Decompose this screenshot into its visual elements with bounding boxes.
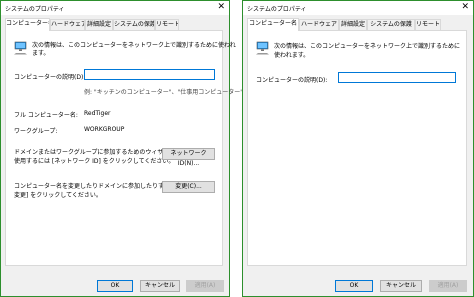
change-text-line1: コンピューター名を変更したりドメインに参加したりするには [ (14, 183, 187, 190)
intro-text-line1: 次の情報は、このコンピューターをネットワーク上で識別するために使われ (32, 42, 236, 49)
tab-strip: コンピューター名 ハードウェア 詳細設定 システムの保護 リモート (247, 18, 469, 31)
description-label: コンピューターの説明(D): (14, 74, 86, 81)
full-name-value: RedTiger (84, 110, 111, 117)
computer-icon (256, 41, 269, 55)
description-label: コンピューターの説明(D): (256, 77, 328, 84)
tab-remote[interactable]: リモート (155, 19, 179, 30)
apply-button[interactable]: 適用(A) (429, 280, 467, 292)
computer-name-panel: 次の情報は、このコンピューターをネットワーク上で識別するために 使われます。 コ… (247, 30, 467, 266)
workgroup-label: ワークグループ: (14, 128, 58, 135)
tab-remote[interactable]: リモート (415, 19, 441, 30)
tab-advanced[interactable]: 詳細設定 (85, 19, 113, 30)
tab-computer-name[interactable]: コンピューター名 (247, 18, 299, 31)
change-text-line2: 変更] をクリックしてください。 (14, 192, 102, 199)
window-title: システムのプロパティ (5, 6, 65, 13)
tab-advanced[interactable]: 詳細設定 (339, 19, 367, 30)
network-id-button[interactable]: ネットワーク ID(N)... (162, 148, 215, 167)
cancel-button[interactable]: キャンセル (140, 280, 180, 292)
workgroup-value: WORKGROUP (84, 126, 125, 133)
tab-hardware[interactable]: ハードウェア (299, 19, 339, 30)
title-bar: システムのプロパティ ✕ (1, 1, 229, 15)
description-example: 例: "キッチンのコンピューター"、"仕事用コンピューター" (84, 89, 243, 96)
computer-name-panel: 次の情報は、このコンピューターをネットワーク上で識別するために使われ ます。 コ… (5, 30, 243, 266)
window-title: システムのプロパティ (247, 6, 307, 13)
close-icon[interactable]: ✕ (461, 2, 469, 13)
tab-system-protection[interactable]: システムの保護 (113, 19, 155, 30)
intro-text-line2: 使われます。 (274, 52, 310, 59)
ok-button[interactable]: OK (97, 280, 133, 292)
title-bar: システムのプロパティ ✕ (243, 1, 473, 15)
intro-text-line1: 次の情報は、このコンピューターをネットワーク上で識別するために (274, 43, 461, 50)
network-id-text-line1: ドメインまたはワークグループに参加するためのウィザードを (14, 149, 182, 156)
tab-strip: コンピューター名 ハードウェア 詳細設定 システムの保護 リモート (5, 18, 225, 31)
computer-icon (14, 41, 27, 55)
apply-button[interactable]: 適用(A) (186, 280, 224, 292)
tab-system-protection[interactable]: システムの保護 (367, 19, 415, 30)
full-name-label: フル コンピューター名: (14, 112, 78, 119)
close-icon[interactable]: ✕ (217, 2, 225, 13)
tab-computer-name[interactable]: コンピューター名 (5, 18, 50, 31)
tab-hardware[interactable]: ハードウェア (50, 19, 85, 30)
system-properties-window-left: システムのプロパティ ✕ コンピューター名 ハードウェア 詳細設定 システムの保… (0, 0, 243, 297)
network-id-text-line2: 使用するには [ネットワーク ID] をクリックしてください。 (14, 158, 175, 165)
intro-text-line2: ます。 (32, 50, 50, 57)
system-properties-window-right: システムのプロパティ ✕ コンピューター名 ハードウェア 詳細設定 システムの保… (242, 0, 474, 297)
change-button[interactable]: 変更(C)... (162, 181, 215, 193)
ok-button[interactable]: OK (335, 280, 373, 292)
description-input[interactable] (338, 72, 456, 83)
description-input[interactable] (84, 69, 215, 80)
cancel-button[interactable]: キャンセル (380, 280, 422, 292)
